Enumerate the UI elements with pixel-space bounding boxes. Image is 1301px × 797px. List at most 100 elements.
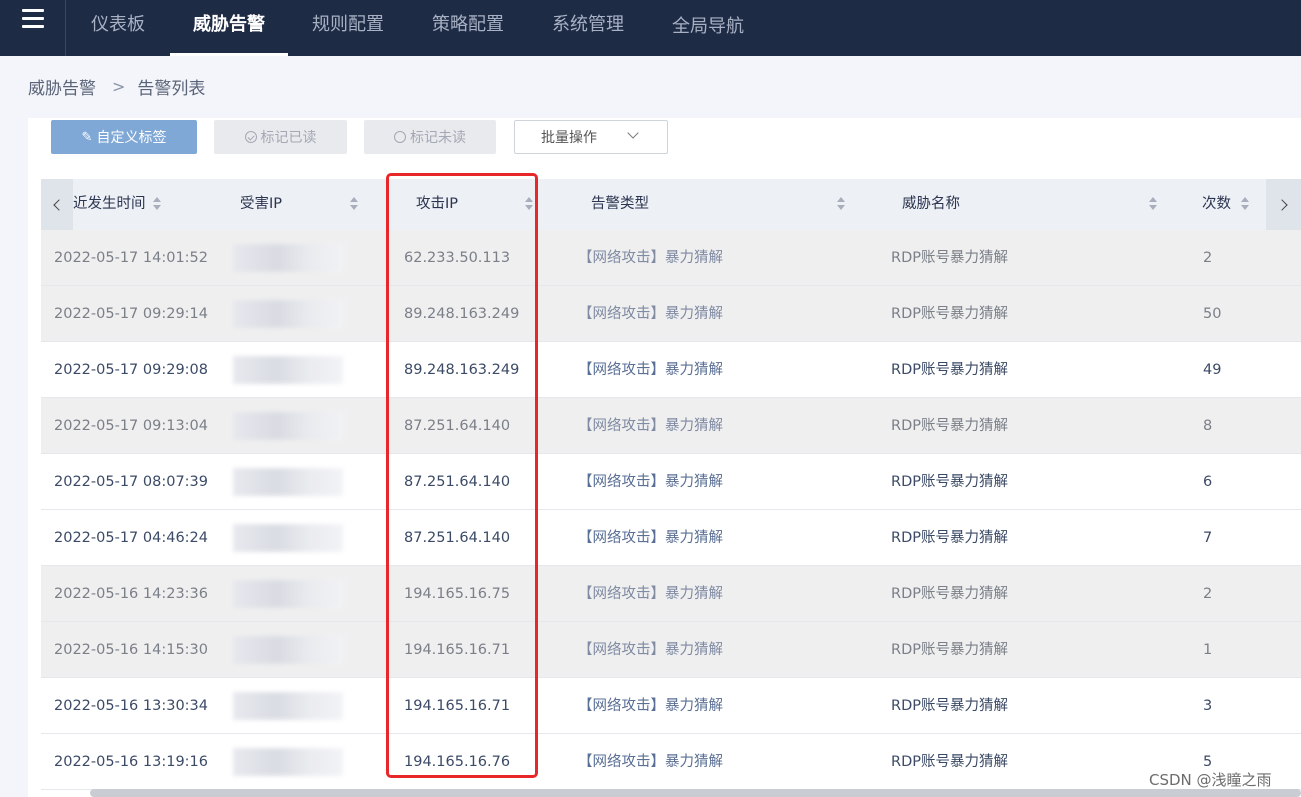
top-nav-bar: 仪表板 威胁告警 规则配置 策略配置 系统管理 全局导航 — [0, 0, 1301, 56]
table-row[interactable]: 2022-05-17 09:29:08 89.248.163.249 【网络攻击】暴… — [41, 342, 1301, 398]
circle-icon — [394, 131, 406, 143]
cell-alert-type: 【网络攻击】暴力猜解 — [578, 698, 723, 714]
cell-alert-type: 【网络攻击】暴力猜解 — [578, 250, 723, 266]
batch-operations-label: 批量操作 — [541, 130, 597, 146]
cell-time: 2022-05-17 09:13:04 — [54, 418, 208, 434]
table-row[interactable]: 2022-05-17 04:46:24 87.251.64.140 【网络攻击】暴力… — [41, 510, 1301, 566]
cell-count: 2 — [1203, 586, 1213, 602]
sort-icon[interactable] — [837, 197, 845, 211]
sort-icon[interactable] — [153, 197, 161, 211]
cell-threat-name[interactable]: RDP账号暴力猜解 — [891, 342, 1008, 398]
cell-count: 2 — [1203, 250, 1213, 266]
mark-unread-button[interactable]: 标记未读 — [364, 120, 496, 154]
horizontal-scrollbar[interactable] — [90, 789, 1301, 797]
cell-count: 1 — [1203, 642, 1213, 658]
cell-alert-type: 【网络攻击】暴力猜解 — [578, 754, 723, 770]
nav-tab-dashboard[interactable]: 仪表板 — [86, 0, 150, 56]
scroll-right-button[interactable] — [1266, 179, 1301, 230]
chevron-right-icon — [1275, 198, 1288, 211]
mark-unread-label: 标记未读 — [410, 130, 466, 146]
cell-time: 2022-05-17 14:01:52 — [54, 250, 208, 266]
sort-icon[interactable] — [350, 197, 358, 211]
cell-threat-name[interactable]: RDP账号暴力猜解 — [891, 734, 1008, 790]
custom-tag-button[interactable]: ✎ 自定义标签 — [51, 120, 197, 154]
victim-ip-redacted — [233, 244, 343, 272]
column-header-count[interactable]: 次数 — [1202, 179, 1231, 230]
column-header-alert-type[interactable]: 告警类型 — [591, 179, 649, 230]
chevron-right-icon: > — [112, 77, 126, 96]
table-row[interactable]: 2022-05-16 14:23:36 194.165.16.75 【网络攻击】暴力… — [41, 566, 1301, 622]
cell-count: 3 — [1203, 698, 1213, 714]
victim-ip-redacted — [233, 748, 343, 776]
table-row[interactable]: 2022-05-16 14:15:30 194.165.16.71 【网络攻击】暴力… — [41, 622, 1301, 678]
batch-operations-dropdown[interactable]: 批量操作 — [514, 120, 668, 154]
watermark: CSDN @浅瞳之雨 — [1149, 771, 1272, 789]
nav-tab-global-navigation[interactable]: 全局导航 — [666, 2, 750, 58]
cell-count: 49 — [1203, 362, 1222, 378]
chevron-left-icon — [53, 198, 65, 211]
pencil-icon: ✎ — [81, 129, 93, 145]
cell-alert-type: 【网络攻击】暴力猜解 — [578, 306, 723, 322]
nav-tab-rule-config[interactable]: 规则配置 — [306, 0, 390, 56]
cell-count: 8 — [1203, 418, 1213, 434]
sort-icon[interactable] — [1241, 197, 1249, 211]
cell-alert-type: 【网络攻击】暴力猜解 — [578, 418, 723, 434]
menu-toggle-button[interactable] — [0, 0, 66, 56]
breadcrumb-parent[interactable]: 威胁告警 — [28, 74, 96, 99]
column-header-threat-name[interactable]: 威胁名称 — [902, 179, 960, 230]
hamburger-icon — [21, 9, 44, 28]
table-row[interactable]: 2022-05-17 14:01:52 62.233.50.113 【网络攻击】暴力… — [41, 230, 1301, 286]
nav-tab-threat-alerts[interactable]: 威胁告警 — [170, 0, 288, 56]
table-row[interactable]: 2022-05-16 13:19:16 194.165.16.76 【网络攻击】暴力… — [41, 734, 1301, 790]
cell-threat-name[interactable]: RDP账号暴力猜解 — [891, 286, 1008, 342]
cell-time: 2022-05-17 04:46:24 — [54, 530, 208, 546]
cell-threat-name[interactable]: RDP账号暴力猜解 — [891, 230, 1008, 286]
check-circle-icon — [244, 131, 257, 143]
cell-time: 2022-05-16 13:19:16 — [54, 754, 208, 770]
cell-threat-name[interactable]: RDP账号暴力猜解 — [891, 510, 1008, 566]
table-row[interactable]: 2022-05-17 09:29:14 89.248.163.249 【网络攻击】暴… — [41, 286, 1301, 342]
cell-alert-type: 【网络攻击】暴力猜解 — [578, 474, 723, 490]
column-header-time[interactable]: 近发生时间 — [73, 179, 146, 230]
victim-ip-redacted — [233, 580, 343, 608]
column-header-victim-ip[interactable]: 受害IP — [240, 179, 282, 230]
cell-threat-name[interactable]: RDP账号暴力猜解 — [891, 566, 1008, 622]
table-header: 近发生时间 受害IP 攻击IP 告警类型 威胁名称 次数 — [41, 179, 1301, 230]
custom-tag-label: 自定义标签 — [96, 130, 167, 146]
table-row[interactable]: 2022-05-16 13:30:34 194.165.16.71 【网络攻击】暴力… — [41, 678, 1301, 734]
nav-tab-system-management[interactable]: 系统管理 — [546, 0, 630, 56]
table-row[interactable]: 2022-05-17 09:13:04 87.251.64.140 【网络攻击】暴力… — [41, 398, 1301, 454]
breadcrumb-current: 告警列表 — [137, 79, 206, 99]
cell-time: 2022-05-16 14:15:30 — [54, 642, 208, 658]
cell-threat-name[interactable]: RDP账号暴力猜解 — [891, 454, 1008, 510]
victim-ip-redacted — [233, 412, 343, 440]
victim-ip-redacted — [233, 524, 343, 552]
mark-read-button[interactable]: 标记已读 — [214, 120, 347, 154]
cell-count: 7 — [1203, 530, 1213, 546]
cell-time: 2022-05-16 13:30:34 — [54, 698, 208, 714]
cell-time: 2022-05-16 14:23:36 — [54, 586, 208, 602]
cell-threat-name[interactable]: RDP账号暴力猜解 — [891, 398, 1008, 454]
cell-alert-type: 【网络攻击】暴力猜解 — [578, 586, 723, 602]
chevron-down-icon — [627, 127, 639, 139]
attack-ip-highlight-box — [386, 173, 538, 778]
cell-time: 2022-05-17 08:07:39 — [54, 474, 208, 490]
victim-ip-redacted — [233, 692, 343, 720]
cell-count: 50 — [1203, 306, 1222, 322]
victim-ip-redacted — [233, 300, 343, 328]
cell-alert-type: 【网络攻击】暴力猜解 — [578, 642, 723, 658]
cell-time: 2022-05-17 09:29:14 — [54, 306, 208, 322]
cell-alert-type: 【网络攻击】暴力猜解 — [578, 362, 723, 378]
victim-ip-redacted — [233, 636, 343, 664]
cell-alert-type: 【网络攻击】暴力猜解 — [578, 530, 723, 546]
victim-ip-redacted — [233, 468, 343, 496]
table-row[interactable]: 2022-05-17 08:07:39 87.251.64.140 【网络攻击】暴力… — [41, 454, 1301, 510]
sort-icon[interactable] — [1149, 197, 1157, 211]
cell-threat-name[interactable]: RDP账号暴力猜解 — [891, 622, 1008, 678]
cell-threat-name[interactable]: RDP账号暴力猜解 — [891, 678, 1008, 734]
scroll-left-button[interactable] — [41, 179, 73, 230]
victim-ip-redacted — [233, 356, 343, 384]
cell-time: 2022-05-17 09:29:08 — [54, 362, 208, 378]
nav-tab-policy-config[interactable]: 策略配置 — [426, 0, 510, 56]
cell-count: 6 — [1203, 474, 1213, 490]
